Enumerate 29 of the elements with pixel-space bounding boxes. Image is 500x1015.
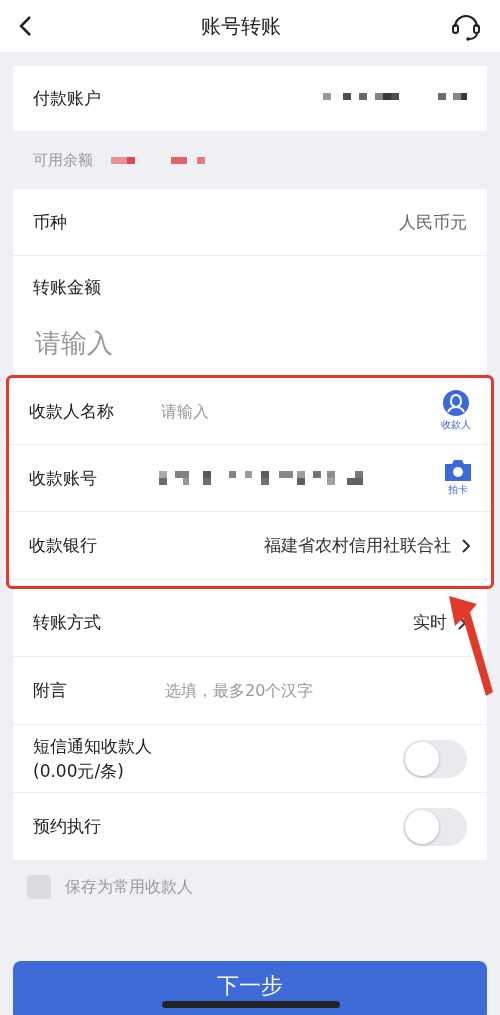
field-value[interactable]: 实时 [413, 611, 447, 634]
field-value[interactable]: 福建省农村信用社联合社 [264, 534, 451, 557]
toggle-switch[interactable] [403, 739, 467, 778]
checkbox-label: 保存为常用收款人 [65, 876, 193, 898]
amount-field[interactable]: 请输入 [33, 327, 471, 359]
toggle-switch[interactable] [403, 807, 467, 846]
fee-label: (0.00元/条) [33, 759, 125, 783]
person-icon [443, 390, 469, 416]
field-label: 附言 [33, 679, 68, 702]
input-field[interactable]: 选填，最多20个汉字 [163, 680, 467, 701]
field-label: 币种 [33, 210, 67, 234]
field-label: 收款银行 [29, 534, 98, 557]
page-title: 账号转账 [201, 12, 281, 40]
field-label: 预约执行 [33, 815, 101, 838]
field-label: 转账金额 [33, 276, 102, 299]
chevron-right-icon [461, 537, 471, 554]
camera-icon [445, 459, 471, 481]
input-field[interactable]: 请输入 [159, 400, 431, 422]
scan-card-button[interactable]: 拍卡 [445, 459, 471, 497]
next-button[interactable]: 下一步 [13, 961, 487, 1015]
payee-button[interactable]: 收款人 [441, 390, 471, 432]
back-icon[interactable] [18, 15, 32, 37]
field-value: 人民币元 [399, 210, 467, 234]
field-label: 收款人名称 [29, 399, 115, 423]
balance-label: 可用余额 [33, 150, 93, 170]
field-label: 短信通知收款人 [33, 734, 152, 758]
field-label: 收款账号 [29, 466, 98, 490]
field-label: 转账方式 [33, 611, 101, 634]
field-label: 付款账户 [33, 87, 101, 110]
